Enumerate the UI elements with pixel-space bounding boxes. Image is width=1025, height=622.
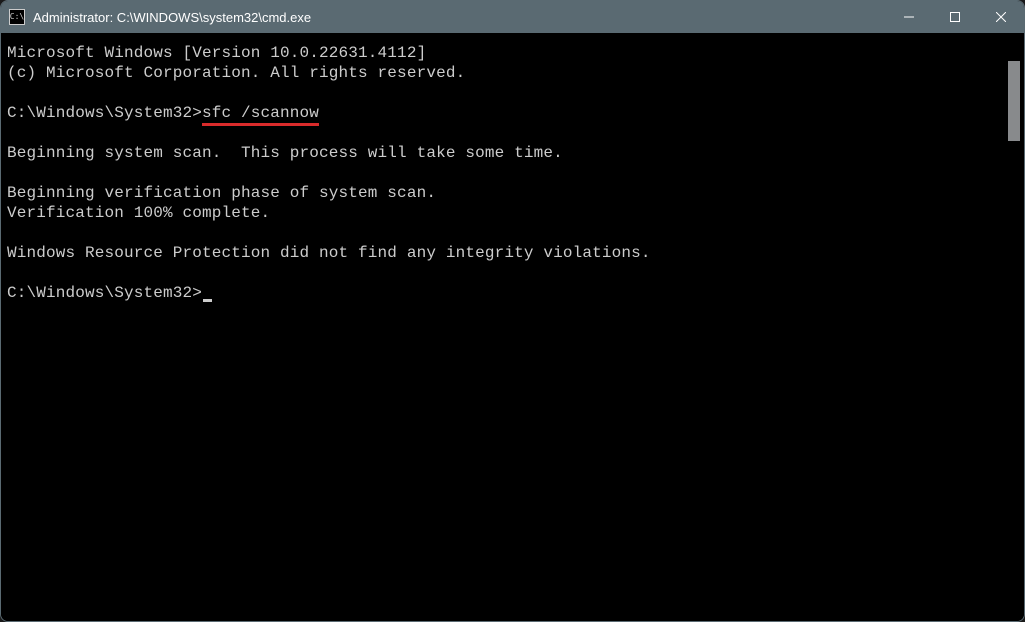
window-controls [886,1,1024,33]
maximize-button[interactable] [932,1,978,33]
close-icon [996,12,1006,22]
minimize-button[interactable] [886,1,932,33]
cmd-window: C:\ Administrator: C:\WINDOWS\system32\c… [0,0,1025,622]
maximize-icon [950,12,960,22]
close-button[interactable] [978,1,1024,33]
copyright-line: (c) Microsoft Corporation. All rights re… [7,64,465,82]
scan-begin-line: Beginning system scan. This process will… [7,144,563,162]
minimize-icon [904,12,914,22]
window-title: Administrator: C:\WINDOWS\system32\cmd.e… [33,10,311,25]
prompt-2: C:\Windows\System32> [7,284,202,302]
terminal-output: Microsoft Windows [Version 10.0.22631.41… [7,43,1018,303]
version-line: Microsoft Windows [Version 10.0.22631.41… [7,44,426,62]
terminal-area[interactable]: Microsoft Windows [Version 10.0.22631.41… [1,33,1024,621]
scrollbar-thumb[interactable] [1008,61,1020,141]
titlebar[interactable]: C:\ Administrator: C:\WINDOWS\system32\c… [1,1,1024,33]
scrollbar-track[interactable] [1007,37,1023,617]
verification-complete-line: Verification 100% complete. [7,204,270,222]
prompt-1: C:\Windows\System32> [7,104,202,122]
command-input: sfc /scannow [202,104,319,126]
verification-begin-line: Beginning verification phase of system s… [7,184,436,202]
cmd-icon: C:\ [9,9,25,25]
cursor [203,299,212,302]
result-line: Windows Resource Protection did not find… [7,244,651,262]
